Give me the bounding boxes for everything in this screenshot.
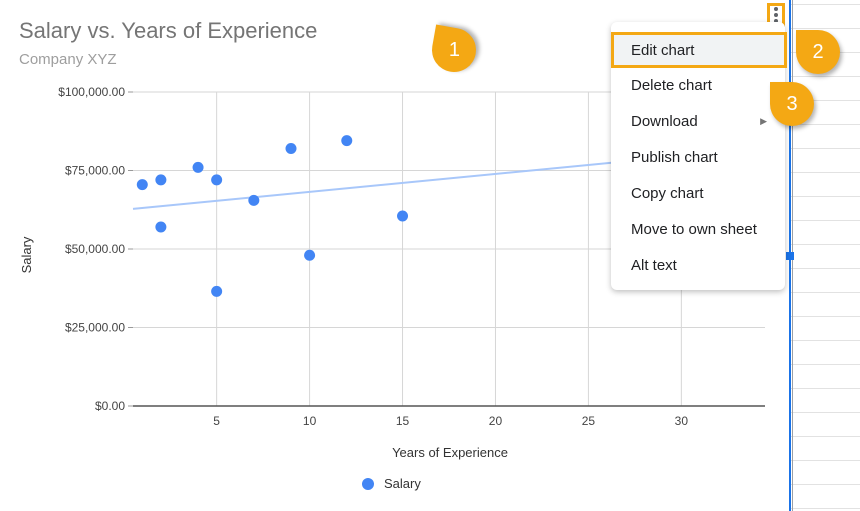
sheet-row-line — [790, 292, 860, 293]
x-axis-ticks: 5 10 15 20 25 30 — [213, 414, 688, 428]
dot-icon — [774, 7, 778, 11]
sheet-row-line — [790, 76, 860, 77]
menu-item-label: Copy chart — [631, 184, 704, 202]
sheet-row-line — [790, 508, 860, 509]
sheet-row-line — [790, 484, 860, 485]
menu-item-label: Download — [631, 112, 698, 130]
menu-item-label: Move to own sheet — [631, 220, 757, 238]
sheet-row-line — [790, 148, 860, 149]
y-tick-label: $25,000.00 — [65, 321, 125, 335]
data-point[interactable] — [341, 135, 353, 147]
callout-2: 2 — [796, 30, 840, 74]
sheet-row-line — [790, 412, 860, 413]
callout-number: 3 — [786, 92, 798, 115]
data-point[interactable] — [192, 161, 204, 173]
menu-item-label: Alt text — [631, 256, 677, 274]
menu-item-delete-chart[interactable]: Delete chart — [611, 67, 785, 103]
callout-number: 2 — [812, 40, 824, 63]
callout-3: 3 — [770, 82, 814, 126]
menu-item-label: Publish chart — [631, 148, 718, 166]
y-tick-label: $100,000.00 — [58, 85, 125, 99]
data-point[interactable] — [155, 221, 167, 233]
menu-item-copy-chart[interactable]: Copy chart — [611, 175, 785, 211]
sheet-row-line — [790, 340, 860, 341]
resize-handle[interactable] — [786, 252, 794, 260]
menu-item-label: Edit chart — [631, 41, 695, 59]
sheet-row-line — [790, 28, 860, 29]
legend-marker-icon — [362, 477, 374, 490]
x-tick-label: 10 — [303, 414, 317, 428]
menu-item-download[interactable]: Download ▶ — [611, 103, 785, 139]
callout-number: 1 — [448, 38, 460, 61]
menu-item-edit-chart[interactable]: Edit chart — [611, 32, 787, 68]
y-tick-label: $75,000.00 — [65, 164, 125, 178]
data-point[interactable] — [211, 174, 223, 186]
data-point[interactable] — [136, 179, 148, 191]
menu-item-move-to-own-sheet[interactable]: Move to own sheet — [611, 211, 785, 247]
data-point[interactable] — [248, 194, 260, 206]
sheet-row-line — [790, 388, 860, 389]
y-axis-title: Salary — [19, 236, 34, 273]
sheet-row-line — [790, 196, 860, 197]
x-tick-label: 25 — [582, 414, 596, 428]
sheet-row-line — [790, 172, 860, 173]
menu-item-label: Delete chart — [631, 76, 712, 94]
menu-item-alt-text[interactable]: Alt text — [611, 247, 785, 283]
menu-item-publish-chart[interactable]: Publish chart — [611, 139, 785, 175]
dot-icon — [774, 13, 778, 17]
data-points — [136, 135, 409, 297]
spreadsheet-grid[interactable] — [790, 0, 860, 511]
sheet-row-line — [790, 436, 860, 437]
legend[interactable]: Salary — [362, 476, 421, 491]
sheet-row-line — [790, 268, 860, 269]
data-point[interactable] — [304, 249, 316, 261]
x-tick-label: 15 — [396, 414, 410, 428]
sheet-row-line — [790, 460, 860, 461]
chart-context-menu: Edit chart Delete chart Download ▶ Publis… — [611, 22, 787, 290]
sheet-row-line — [790, 244, 860, 245]
y-axis-ticks: $0.00 $25,000.00 $50,000.00 $75,000.00 $100,… — [58, 85, 133, 413]
y-tick-label: $50,000.00 — [65, 242, 125, 256]
submenu-arrow-icon: ▶ — [760, 115, 767, 126]
y-tick-label: $0.00 — [95, 399, 125, 413]
sheet-row-line — [790, 364, 860, 365]
data-point[interactable] — [285, 143, 297, 155]
x-tick-label: 5 — [213, 414, 220, 428]
data-point[interactable] — [155, 174, 167, 186]
sheet-row-line — [790, 316, 860, 317]
x-tick-label: 20 — [489, 414, 503, 428]
legend-label: Salary — [384, 476, 421, 491]
data-point[interactable] — [211, 285, 223, 297]
x-tick-label: 30 — [675, 414, 689, 428]
sheet-row-line — [790, 4, 860, 5]
sheet-row-line — [790, 220, 860, 221]
data-point[interactable] — [397, 210, 409, 222]
x-axis-title: Years of Experience — [392, 445, 508, 460]
